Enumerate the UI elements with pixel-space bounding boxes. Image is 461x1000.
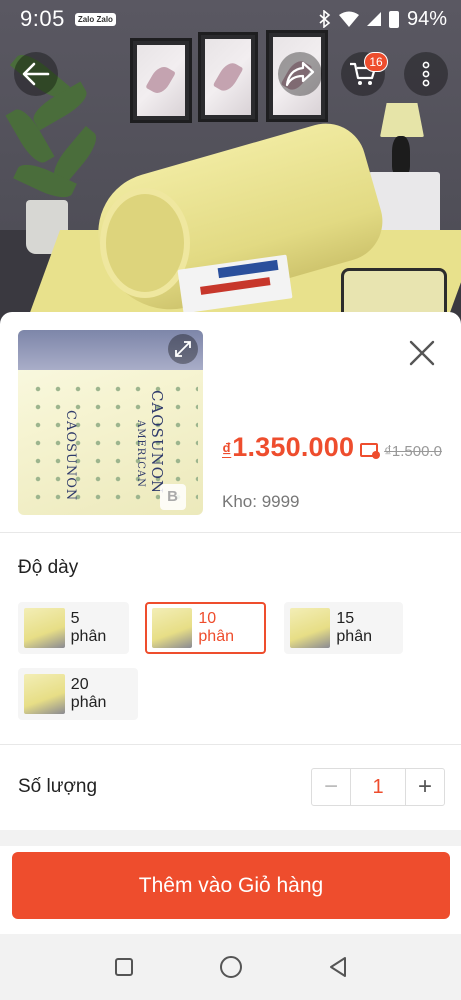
product-image-brand: CAOSUNON bbox=[148, 390, 166, 495]
status-time: 9:05 bbox=[20, 6, 65, 31]
arrow-left-icon bbox=[22, 62, 50, 86]
expand-image-button[interactable] bbox=[168, 334, 198, 364]
wall-frame bbox=[130, 38, 192, 123]
lamp-base bbox=[392, 136, 410, 174]
price-row: ₫ 1.350.000 ₫1.500.0 bbox=[222, 432, 442, 463]
status-icons: 94% bbox=[319, 8, 447, 31]
variant-label: 15 phân bbox=[336, 610, 372, 645]
divider bbox=[0, 744, 461, 745]
current-price: 1.350.000 bbox=[232, 432, 355, 462]
share-icon bbox=[285, 61, 315, 87]
quantity-increase-button[interactable]: + bbox=[406, 769, 444, 805]
product-image-brand-sub: AMERICAN bbox=[135, 420, 146, 488]
status-bar: 9:05 Zalo Zalo 94% bbox=[0, 0, 461, 38]
mattress-roll-end bbox=[100, 188, 190, 298]
variant-section-label: Độ dày bbox=[18, 557, 79, 578]
home-button[interactable] bbox=[211, 947, 251, 987]
variant-label: 20 phân bbox=[70, 676, 107, 711]
add-to-cart-button[interactable]: Thêm vào Giỏ hàng bbox=[12, 852, 450, 919]
back-button[interactable] bbox=[14, 52, 58, 96]
voucher-icon bbox=[360, 443, 381, 459]
expand-icon bbox=[175, 341, 191, 357]
wifi-icon bbox=[338, 11, 359, 27]
stock-count: Kho: 9999 bbox=[222, 492, 300, 511]
more-vertical-icon bbox=[422, 61, 430, 87]
variant-label: 10 phân bbox=[198, 610, 234, 645]
triangle-back-icon bbox=[329, 957, 346, 977]
variant-label: 5 phân bbox=[70, 610, 107, 645]
more-options-button[interactable] bbox=[404, 52, 448, 96]
section-separator bbox=[0, 830, 461, 846]
product-image-brand-side: CAOSUNON bbox=[63, 410, 78, 502]
close-icon bbox=[409, 340, 435, 366]
lamp-shade bbox=[380, 103, 424, 137]
original-price: ₫1.500.0 bbox=[384, 443, 442, 460]
zalo-notification-icon: Zalo Zalo bbox=[74, 12, 116, 26]
circle-icon bbox=[219, 956, 242, 978]
share-button[interactable] bbox=[278, 52, 322, 96]
system-nav-bar bbox=[0, 934, 461, 1000]
divider bbox=[0, 532, 461, 533]
variant-option-10[interactable]: 10 phân bbox=[145, 602, 266, 654]
cart-count-badge: 16 bbox=[364, 52, 388, 72]
product-hero-photo bbox=[0, 0, 461, 340]
variant-thumbnail bbox=[24, 674, 65, 714]
wall-frame bbox=[198, 32, 258, 122]
battery-icon bbox=[388, 10, 399, 28]
close-button[interactable] bbox=[405, 336, 439, 370]
variant-thumbnail bbox=[152, 608, 193, 648]
quantity-value[interactable]: 1 bbox=[350, 769, 406, 805]
quantity-label: Số lượng bbox=[18, 776, 98, 797]
system-back-button[interactable] bbox=[318, 947, 358, 987]
variant-option-5[interactable]: 5 phân bbox=[18, 602, 129, 654]
variant-bottom-sheet: CAOSUNON AMERICAN CAOSUNON ₫ 1.350.000 ₫… bbox=[0, 312, 461, 934]
square-icon bbox=[114, 958, 133, 976]
battery-percent: 94% bbox=[406, 7, 447, 30]
quantity-decrease-button[interactable]: − bbox=[312, 769, 350, 805]
signal-icon bbox=[366, 12, 381, 26]
currency-symbol: ₫ bbox=[222, 440, 232, 460]
variant-thumbnail bbox=[290, 608, 331, 648]
variant-option-15[interactable]: 15 phân bbox=[284, 602, 403, 654]
variant-thumbnail bbox=[24, 608, 65, 648]
variant-option-20[interactable]: 20 phân bbox=[18, 668, 138, 720]
quantity-stepper: − 1 + bbox=[311, 768, 445, 806]
recent-apps-button[interactable] bbox=[104, 947, 144, 987]
bluetooth-icon bbox=[319, 10, 331, 28]
